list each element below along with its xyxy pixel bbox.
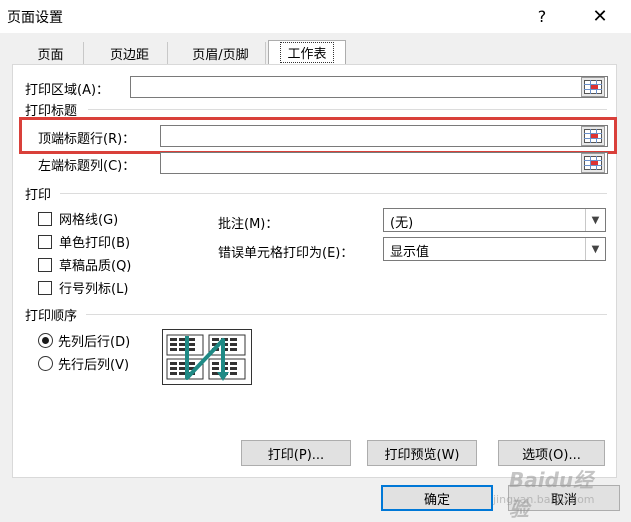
draft-quality-checkbox[interactable]: 草稿品质(Q) [38, 255, 131, 274]
title-cols-label: 左端标题列(C)： [38, 159, 136, 174]
black-white-label: 单色打印(B) [59, 236, 131, 251]
print-area-label: 打印区域(A)： [25, 83, 110, 98]
print-area-collapse-button[interactable] [581, 77, 605, 97]
title-cols-collapse-button[interactable] [581, 153, 605, 173]
comments-value: (无) [390, 216, 414, 231]
draft-quality-label: 草稿品质(Q) [59, 259, 132, 274]
print-preview-button[interactable]: 打印预览(W) [367, 440, 477, 466]
over-then-down-radio[interactable]: 先行后列(V) [38, 354, 129, 373]
range-select-icon [584, 129, 602, 143]
tab-margins[interactable]: 页边距 [92, 42, 168, 64]
print-button[interactable]: 打印(P)... [241, 440, 351, 466]
title-cols-input[interactable] [160, 152, 608, 174]
black-white-checkbox[interactable]: 单色打印(B) [38, 232, 130, 251]
checkbox-box [38, 257, 52, 272]
title-rows-input[interactable] [160, 125, 608, 147]
range-select-icon [584, 156, 602, 170]
page-order-divider [86, 314, 607, 315]
down-then-over-radio[interactable]: 先列后行(D) [38, 331, 130, 350]
gridlines-checkbox[interactable]: 网格线(G) [38, 209, 118, 228]
cell-errors-label: 错误单元格打印为(E)： [218, 246, 354, 261]
window-title: 页面设置 [7, 10, 63, 26]
title-rows-label: 顶端标题行(R)： [38, 132, 136, 147]
options-button[interactable]: 选项(O)... [498, 440, 605, 466]
range-select-icon [584, 80, 602, 94]
help-button[interactable]: ? [522, 2, 562, 30]
comments-select[interactable]: (无) ▼ [383, 208, 606, 232]
print-group-label: 打印 [25, 188, 52, 203]
cancel-button[interactable]: 取消 [508, 485, 620, 511]
tab-page[interactable]: 页面 [18, 42, 84, 64]
tab-header-footer[interactable]: 页眉/页脚 [176, 42, 266, 64]
row-col-headings-label: 行号列标(L) [59, 282, 129, 297]
over-then-down-label: 先行后列(V) [58, 358, 130, 373]
comments-label: 批注(M)： [218, 217, 279, 232]
down-then-over-label: 先列后行(D) [58, 335, 131, 350]
checkbox-box [38, 234, 52, 249]
cell-errors-value: 显示值 [390, 245, 430, 260]
checkbox-box [38, 280, 52, 295]
chevron-down-icon: ▼ [585, 209, 605, 231]
checkbox-box [38, 211, 52, 226]
print-divider [60, 193, 607, 194]
tab-sheet[interactable]: 工作表 [268, 40, 346, 64]
tab-sheet-label: 工作表 [280, 42, 334, 63]
page-order-group-label: 打印顺序 [25, 309, 78, 324]
radio-dot [38, 356, 53, 371]
gridlines-label: 网格线(G) [59, 213, 119, 228]
chevron-down-icon: ▼ [585, 238, 605, 260]
radio-dot [38, 333, 53, 348]
print-area-input[interactable] [130, 76, 608, 98]
page-order-preview-icon [162, 329, 252, 385]
title-bar: 页面设置 ? ✕ [0, 0, 631, 33]
row-col-headings-checkbox[interactable]: 行号列标(L) [38, 278, 128, 297]
cell-errors-select[interactable]: 显示值 ▼ [383, 237, 606, 261]
ok-button[interactable]: 确定 [381, 485, 493, 511]
close-button[interactable]: ✕ [580, 2, 620, 30]
title-rows-collapse-button[interactable] [581, 126, 605, 146]
print-titles-divider [88, 109, 607, 110]
